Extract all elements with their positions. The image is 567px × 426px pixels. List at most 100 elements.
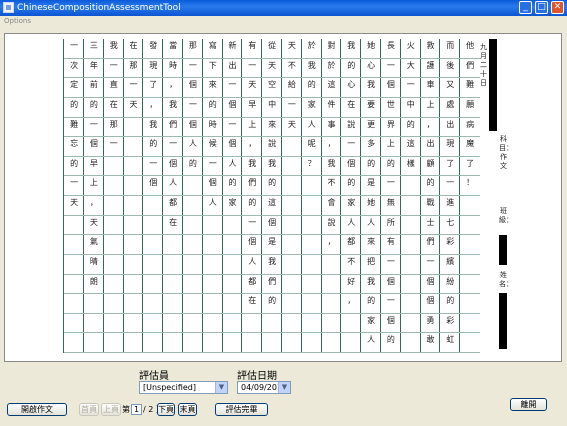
grid-cell: 的 bbox=[64, 98, 84, 118]
essay-character: 在 bbox=[248, 296, 257, 306]
essay-column: 她心我要更多的是她人來把我的家人 bbox=[360, 39, 381, 353]
essay-character: 救 bbox=[426, 41, 435, 50]
grid-cell: 不 bbox=[321, 176, 342, 196]
grid-cell: 說 bbox=[262, 137, 282, 157]
essay-character: 個 bbox=[248, 237, 257, 247]
essay-character: 進 bbox=[446, 198, 455, 207]
essay-column: 發現了 ， 我的一個 bbox=[142, 39, 164, 353]
grid-cell bbox=[222, 314, 243, 334]
essay-character: 我 bbox=[307, 60, 316, 70]
grid-cell: 的 bbox=[242, 196, 263, 216]
essay-character: 我 bbox=[169, 99, 178, 109]
grid-cell: 願 bbox=[460, 98, 480, 118]
grid-cell: 在 bbox=[341, 98, 362, 118]
essay-character: 現 bbox=[149, 60, 158, 70]
grid-cell: 對 bbox=[321, 39, 342, 59]
grid-cell bbox=[163, 294, 183, 314]
essay-character: 一 bbox=[169, 139, 178, 149]
page-number-input[interactable]: 1 bbox=[131, 404, 142, 415]
essay-character: 是 bbox=[268, 237, 277, 247]
essay-viewer[interactable]: 九月二十日 科目：作文 班級： 姓名： 他們難願病魔了！而後又處出現了一進七彩繽… bbox=[4, 33, 562, 362]
grid-cell: 年 bbox=[84, 59, 104, 79]
essay-character: ， bbox=[327, 237, 336, 247]
grid-cell bbox=[282, 216, 302, 236]
chevron-down-icon[interactable]: ▼ bbox=[215, 382, 227, 393]
essay-character: 新 bbox=[228, 41, 237, 50]
grid-cell: 一 bbox=[163, 137, 183, 157]
essay-character: 所 bbox=[386, 217, 395, 227]
grid-cell bbox=[400, 176, 421, 196]
essay-character: 一 bbox=[208, 158, 217, 168]
close-button[interactable]: ✕ bbox=[551, 1, 564, 14]
grid-cell: 一 bbox=[103, 59, 124, 79]
essay-character: 天 bbox=[129, 99, 138, 109]
grid-cell: 處 bbox=[440, 98, 461, 118]
grid-cell: 我 bbox=[341, 39, 362, 59]
grid-cell: 個 bbox=[420, 275, 441, 295]
grid-cell: 們 bbox=[242, 176, 263, 196]
grid-cell bbox=[262, 314, 282, 334]
grid-cell: 的 bbox=[420, 176, 441, 196]
essay-character: 火 bbox=[406, 41, 415, 50]
grid-cell bbox=[301, 314, 322, 334]
essay-character: 家 bbox=[367, 315, 376, 325]
grid-cell bbox=[143, 294, 164, 314]
first-page-button[interactable]: 首頁 bbox=[79, 403, 99, 416]
grid-cell bbox=[321, 275, 342, 295]
prev-page-button[interactable]: 上頁 bbox=[101, 403, 121, 416]
date-picker[interactable]: 04/09/2014 ▼ bbox=[237, 381, 291, 394]
grid-cell: 的 bbox=[381, 333, 401, 353]
grid-cell: 個 bbox=[222, 98, 243, 118]
essay-character: 的 bbox=[70, 99, 79, 109]
grid-cell: 的 bbox=[143, 137, 164, 157]
grid-cell bbox=[321, 294, 342, 314]
essay-character: 中 bbox=[406, 99, 415, 109]
topic-label: 科目：作文 bbox=[499, 135, 513, 170]
calendar-dropdown-icon[interactable]: ▼ bbox=[278, 382, 290, 393]
grid-cell bbox=[400, 235, 421, 255]
essay-character: 一 bbox=[188, 60, 197, 70]
grid-cell: 的 bbox=[341, 59, 362, 79]
grid-cell bbox=[282, 235, 302, 255]
grid-cell bbox=[183, 196, 203, 216]
grid-cell: 紛 bbox=[440, 275, 461, 295]
exit-button[interactable]: 離開 bbox=[510, 398, 547, 411]
essay-character: 說 bbox=[268, 139, 277, 149]
essay-character: 人 bbox=[307, 119, 316, 129]
grid-cell: 們 bbox=[163, 118, 183, 138]
grid-cell: 我 bbox=[163, 98, 183, 118]
assessor-select[interactable]: [Unspecified] ▼ bbox=[139, 381, 228, 394]
menu-options[interactable]: Options bbox=[4, 16, 31, 26]
grid-cell: 出 bbox=[420, 137, 441, 157]
essay-character: 我 bbox=[367, 80, 376, 90]
essay-character: ， bbox=[347, 296, 356, 306]
grid-cell: 了 bbox=[143, 78, 164, 98]
grid-cell bbox=[301, 333, 322, 353]
essay-character: 樣 bbox=[406, 158, 415, 168]
grid-cell bbox=[282, 196, 302, 216]
essay-character: 人 bbox=[169, 178, 178, 188]
essay-character: 要 bbox=[367, 99, 376, 109]
grid-cell: 後 bbox=[440, 59, 461, 79]
grid-cell: 繽 bbox=[440, 255, 461, 275]
essay-character: 在 bbox=[169, 217, 178, 227]
grid-cell bbox=[282, 275, 302, 295]
essay-character: 來 bbox=[268, 119, 277, 129]
assessment-done-button[interactable]: 評估完畢 bbox=[215, 403, 268, 416]
grid-cell: 難 bbox=[460, 78, 480, 98]
essay-column: 寫下來的時候一個人 bbox=[201, 39, 223, 353]
essay-character: 處 bbox=[446, 99, 455, 109]
essay-date: 九月二十日 bbox=[480, 43, 487, 87]
last-page-button[interactable]: 末頁 bbox=[178, 403, 197, 416]
grid-cell: 他 bbox=[460, 39, 480, 59]
essay-character: 對 bbox=[327, 41, 336, 50]
maximize-button[interactable]: □ bbox=[535, 1, 548, 14]
grid-cell bbox=[143, 235, 164, 255]
essay-character: 都 bbox=[248, 276, 257, 286]
grid-cell: 虹 bbox=[440, 333, 461, 353]
grid-cell bbox=[222, 235, 243, 255]
next-page-button[interactable]: 下頁 bbox=[157, 403, 175, 416]
essay-character: 更 bbox=[367, 119, 376, 129]
minimize-button[interactable]: _ bbox=[519, 1, 532, 14]
open-essay-button[interactable]: 開啟作文 bbox=[7, 403, 67, 416]
